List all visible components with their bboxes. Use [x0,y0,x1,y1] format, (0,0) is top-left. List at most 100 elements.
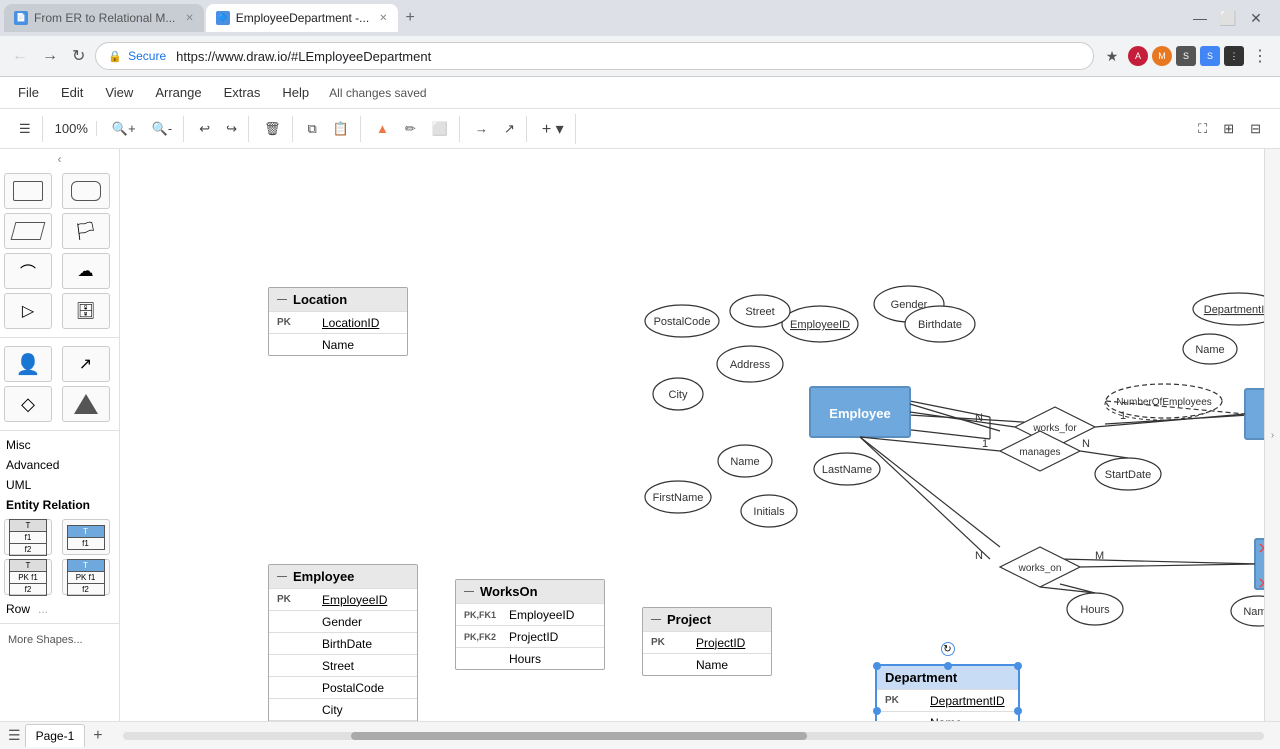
right-panel-handle[interactable]: › [1264,149,1280,721]
page-options-btn[interactable]: ☰ [8,727,21,744]
more-shapes-button[interactable]: More Shapes... [0,628,119,652]
ext-icon-3[interactable]: S [1176,46,1196,66]
insert-button[interactable]: + ▾ [535,114,571,144]
employee-collapse-btn[interactable]: — [277,571,287,582]
minimize-button[interactable]: — [1188,6,1212,30]
shape-cloud-item[interactable]: ☁ [62,253,110,289]
sidebar-item-advanced[interactable]: Advanced [0,455,119,475]
er-shape-4[interactable]: TPK f1f2 [62,559,110,595]
menu-file[interactable]: File [8,81,49,104]
tab-inactive[interactable]: 📄 From ER to Relational M... ✕ [4,4,204,32]
connector-button[interactable]: → [468,116,495,141]
location-field-0: LocationID [322,316,399,330]
handle-tr [1014,662,1022,670]
shape-curve-item[interactable]: ⌒ [4,253,52,289]
employee-row-6: FirstName [269,720,417,721]
svg-text:1: 1 [982,438,988,450]
tab-close-2[interactable]: ✕ [379,13,387,24]
zoom-in-button[interactable]: 🔍+ [105,116,143,142]
sidebar-item-uml[interactable]: UML [0,475,119,495]
horizontal-scrollbar[interactable] [123,732,1264,740]
forward-button[interactable]: → [38,43,62,69]
sidebar-divider-2 [0,430,119,431]
sidebar-row-item[interactable]: Row ... [0,599,119,619]
close-button[interactable]: ✕ [1244,6,1268,30]
new-tab-button[interactable]: + [400,9,421,27]
menu-edit[interactable]: Edit [51,81,93,104]
shape-process-item[interactable]: ▷ [4,293,52,329]
menu-extras[interactable]: Extras [214,81,271,104]
panel-toggle[interactable]: ⊟ [1243,116,1268,142]
sidebar-item-misc[interactable]: Misc [0,435,119,455]
er-shape-3[interactable]: TPK f1f2 [4,559,52,595]
more-shapes-label: More Shapes... [8,634,83,646]
svg-text:Address: Address [730,359,771,371]
page-1-label: Page-1 [36,729,75,743]
undo-button[interactable]: ↩ [192,116,217,142]
shadow-button[interactable]: ⬜ [425,116,455,142]
address-bar[interactable]: 🔒 Secure https://www.draw.io/#LEmployeeD… [95,42,1094,70]
department-selected-table[interactable]: ↻ Department PK DepartmentID Name FK Loc… [875,664,1020,721]
location-title: Location [293,292,347,307]
rotate-handle[interactable]: ↻ [941,642,955,656]
shape-triangle-item[interactable] [62,386,110,422]
sidebar-item-entity-relation[interactable]: Entity Relation [0,495,119,515]
tab-active[interactable]: 🔷 EmployeeDepartment -... ✕ [206,4,398,32]
project-small-table: — Project PK ProjectID Name [642,607,772,676]
bookmark-icon[interactable]: ★ [1100,44,1124,68]
sidebar-misc-label: Misc [6,438,31,452]
waypoint-button[interactable]: ↗ [497,116,522,142]
tab-close-1[interactable]: ✕ [185,13,193,24]
line-color-button[interactable]: ✏ [398,116,423,142]
ext-icon-1[interactable]: A [1128,46,1148,66]
tab-label-1: From ER to Relational M... [34,11,175,25]
page-tab-1[interactable]: Page-1 [25,724,86,747]
employee-row-4: PostalCode [269,676,417,698]
dept-sel-row-0: PK DepartmentID [877,689,1018,711]
workson-collapse-btn[interactable]: — [464,586,474,597]
back-button[interactable]: ← [8,43,32,69]
fill-color-button[interactable]: ▲ [369,116,396,141]
maximize-button[interactable]: ⬜ [1216,6,1240,30]
shape-person-item[interactable]: 👤 [4,346,52,382]
sidebar-collapse[interactable]: ‹ [0,149,119,169]
redo-button[interactable]: ↪ [219,116,244,142]
copy-button[interactable]: ⧉ [301,116,324,142]
canvas-area[interactable]: NumberOfEmployees — Location PK Locatio [120,149,1280,721]
paste-button[interactable]: 📋 [326,116,356,142]
delete-button[interactable]: 🗑 [257,116,288,142]
er-shape-1[interactable]: Tf1f2 [4,519,52,555]
canvas-inner: NumberOfEmployees — Location PK Locatio [120,149,1280,721]
settings-icon[interactable]: ⋮ [1248,44,1272,68]
ext-icon-5[interactable]: ⋮ [1224,46,1244,66]
ext-icon-4[interactable]: S [1200,46,1220,66]
location-collapse-btn[interactable]: — [277,294,287,305]
workson-row-0: PK,FK1 EmployeeID [456,603,604,625]
er-shape-2[interactable]: Tf1 [62,519,110,555]
fullscreen-button[interactable]: ⛶ [1191,116,1214,142]
shape-rect-item[interactable] [4,173,52,209]
sidebar-divider-1 [0,337,119,338]
color-group: ▲ ✏ ⬜ [365,116,460,142]
shape-para-item[interactable] [4,213,52,249]
menu-help[interactable]: Help [272,81,319,104]
add-page-button[interactable]: + [89,727,106,745]
refresh-button[interactable]: ↻ [68,42,89,70]
menu-view[interactable]: View [95,81,143,104]
zoom-controls: 🔍+ 🔍- [101,116,184,142]
emp-field-3: Street [322,659,409,673]
project-small-collapse-btn[interactable]: — [651,614,661,625]
shape-diamond-item[interactable]: ◇ [4,386,52,422]
shape-rounded-item[interactable] [62,173,110,209]
shape-cylinder-item[interactable]: 🗄 [62,293,110,329]
undo-redo-group: ↩ ↪ [188,116,249,142]
shape-arrow-item[interactable]: ↗ [62,346,110,382]
ext-icon-2[interactable]: M [1152,46,1172,66]
emp-field-0: EmployeeID [322,593,409,607]
zoom-out-button[interactable]: 🔍- [145,116,180,142]
sidebar-toggle[interactable]: ☰ [12,116,38,142]
view-toggle[interactable]: ⊞ [1216,116,1241,142]
menu-arrange[interactable]: Arrange [145,81,211,104]
shape-flag-item[interactable]: 🏳 [62,213,110,249]
ds-field-0: DepartmentID [930,694,1010,708]
